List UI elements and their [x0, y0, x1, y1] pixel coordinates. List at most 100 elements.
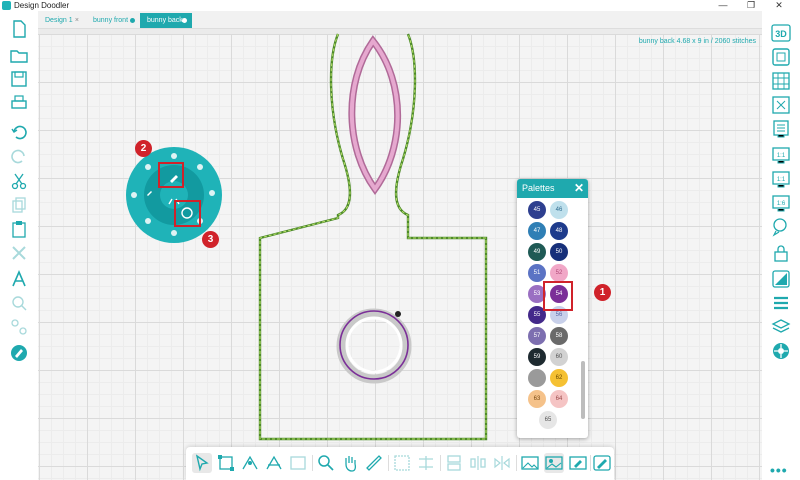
color-palette-icon[interactable] — [771, 269, 791, 289]
bunny-design[interactable] — [38, 29, 762, 480]
distribute-icon[interactable] — [468, 453, 488, 473]
close-palettes-icon[interactable]: ✕ — [574, 179, 584, 198]
close-tab-icon[interactable]: × — [75, 13, 79, 28]
radial-tool-menu[interactable] — [124, 145, 224, 245]
paste-icon[interactable] — [9, 219, 29, 239]
image-import-icon[interactable] — [520, 453, 540, 473]
cut-icon[interactable] — [9, 171, 29, 191]
color-swatch[interactable]: 49 — [528, 243, 546, 261]
zoom-icon[interactable] — [316, 453, 336, 473]
zoom-1-1-icon[interactable]: 1:1 — [771, 145, 791, 165]
save-icon[interactable] — [9, 69, 29, 89]
toolbar-divider — [516, 455, 517, 471]
text-tool-icon[interactable] — [9, 269, 29, 289]
color-swatch[interactable]: 51 — [528, 264, 546, 282]
help-assistant-icon[interactable] — [771, 217, 791, 237]
app-logo-icon — [2, 1, 11, 10]
3d-view-icon[interactable]: 3D — [771, 23, 791, 43]
svg-text:1:1: 1:1 — [777, 177, 786, 183]
node-edit-icon[interactable] — [240, 453, 260, 473]
color-swatch[interactable]: 47 — [528, 222, 546, 240]
pen-tool-highlight — [158, 162, 184, 188]
ring-inner — [345, 316, 403, 374]
paint-tool-icon[interactable] — [9, 343, 29, 363]
group-icon[interactable] — [392, 453, 412, 473]
tab-design-1[interactable]: Design 1 × — [38, 13, 84, 28]
right-toolbar: 3D 1:1 1:1 1:6 ••• — [762, 11, 800, 480]
tab-bar: Design 1 × bunny front bunny back — [38, 11, 762, 29]
unsaved-dot-icon — [130, 18, 135, 23]
left-toolbar — [0, 11, 38, 480]
svg-text:1:6: 1:6 — [777, 201, 786, 207]
transform-tool-icon[interactable] — [216, 453, 236, 473]
more-options-icon[interactable]: ••• — [770, 462, 788, 478]
open-folder-icon[interactable] — [9, 45, 29, 65]
mirror-icon[interactable] — [492, 453, 512, 473]
settings-icon[interactable] — [771, 341, 791, 361]
shape-tool-icon[interactable] — [9, 293, 29, 313]
lock-icon[interactable] — [771, 243, 791, 263]
stitch-list-icon[interactable] — [771, 119, 791, 139]
color-swatch[interactable]: 65 — [539, 411, 557, 429]
palettes-header: Palettes ✕ — [517, 179, 588, 198]
color-swatch[interactable]: 57 — [528, 327, 546, 345]
color-swatch[interactable]: 50 — [550, 243, 568, 261]
stamp-tool-icon[interactable] — [288, 453, 308, 473]
color-swatch[interactable]: 59 — [528, 348, 546, 366]
redo-icon[interactable] — [9, 145, 29, 165]
new-file-icon[interactable] — [9, 19, 29, 39]
align-icon[interactable] — [416, 453, 436, 473]
tab-bunny-back[interactable]: bunny back — [140, 13, 192, 28]
bunny-ear-shape[interactable] — [348, 35, 402, 195]
grid-view-icon[interactable] — [771, 71, 791, 91]
palette-scrollbar[interactable] — [581, 361, 585, 419]
hoop-view-icon[interactable] — [771, 47, 791, 67]
color-swatch[interactable]: 48 — [550, 222, 568, 240]
tab-bunny-front[interactable]: bunny front — [86, 13, 140, 28]
color-swatch[interactable] — [528, 369, 546, 387]
color-swatch[interactable]: 45 — [528, 201, 546, 219]
callout-1: 1 — [594, 284, 611, 301]
color-swatch[interactable]: 60 — [550, 348, 568, 366]
print-icon[interactable] — [9, 93, 29, 113]
color-swatch[interactable]: 58 — [550, 327, 568, 345]
measure-icon[interactable] — [364, 453, 384, 473]
design-canvas[interactable]: bunny back 4.68 x 9 in / 2060 stitches — [38, 29, 762, 480]
color-swatch[interactable]: 62 — [550, 369, 568, 387]
zoom-1-6-icon[interactable]: 1:6 — [771, 193, 791, 213]
color-swatch[interactable]: 63 — [528, 390, 546, 408]
properties-icon[interactable] — [771, 293, 791, 313]
app-title: Design Doodler — [14, 1, 70, 10]
callout-2: 2 — [135, 140, 152, 157]
reshape-tool-icon[interactable] — [264, 453, 284, 473]
image-edit-icon[interactable] — [568, 453, 588, 473]
toolbar-divider — [440, 455, 441, 471]
toolbar-divider — [590, 455, 591, 471]
copy-icon[interactable] — [9, 195, 29, 215]
undo-icon[interactable] — [9, 121, 29, 141]
circle-tool-highlight — [174, 200, 201, 227]
svg-text:1:1: 1:1 — [777, 153, 786, 159]
pan-hand-icon[interactable] — [340, 453, 360, 473]
arrange-icon[interactable] — [444, 453, 464, 473]
maximize-button[interactable]: ❐ — [740, 0, 762, 11]
ring-handle[interactable] — [395, 311, 401, 317]
bottom-toolbar — [186, 447, 614, 480]
select-tool-icon[interactable] — [192, 453, 212, 473]
zoom-1-2-icon[interactable]: 1:1 — [771, 169, 791, 189]
toolbar-divider — [312, 455, 313, 471]
close-window-button[interactable]: ✕ — [768, 0, 790, 11]
unsaved-dot-icon — [182, 18, 187, 23]
image-trace-icon[interactable] — [544, 453, 564, 473]
color-swatch[interactable]: 52 — [550, 264, 568, 282]
freehand-draw-icon[interactable] — [592, 453, 612, 473]
layers-icon[interactable] — [771, 317, 791, 337]
palettes-title: Palettes — [522, 183, 555, 193]
color-swatch[interactable]: 46 — [550, 201, 568, 219]
fit-to-screen-icon[interactable] — [771, 95, 791, 115]
delete-icon[interactable] — [9, 243, 29, 263]
minimize-button[interactable]: — — [712, 0, 734, 11]
color-swatch[interactable]: 64 — [550, 390, 568, 408]
trace-tool-icon[interactable] — [9, 317, 29, 337]
ring-outline[interactable] — [339, 310, 409, 380]
